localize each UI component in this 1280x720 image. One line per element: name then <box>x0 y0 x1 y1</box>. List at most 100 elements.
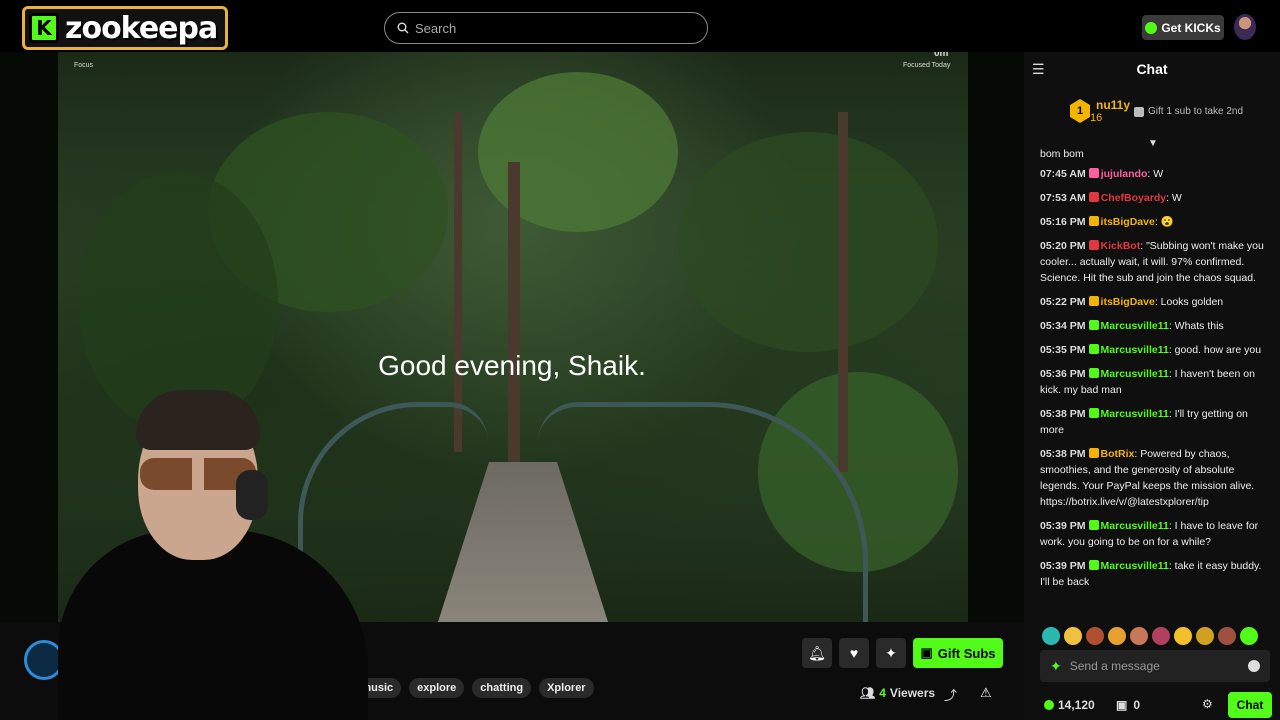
emote-icon[interactable] <box>1196 627 1214 645</box>
user-avatar[interactable] <box>1234 14 1256 40</box>
notification-button[interactable]: 🔔︎ <box>802 638 832 668</box>
gift-subs-button[interactable]: ▣ Gift Subs <box>913 638 1003 668</box>
gift-prompt-text: Gift 1 sub to take 2nd <box>1148 106 1244 117</box>
message-time: 05:22 PM <box>1040 296 1086 308</box>
report-icon[interactable]: ⚠ <box>980 685 992 701</box>
message-username[interactable]: Marcusville11 <box>1101 520 1169 532</box>
chat-send-button[interactable]: Chat <box>1228 692 1272 718</box>
message-link[interactable]: https://botrix.live/v/@latestxplorer/tip <box>1040 496 1209 508</box>
chat-message: 05:39 PM Marcusville11: I have to leave f… <box>1040 520 1259 548</box>
message-time: 05:35 PM <box>1040 344 1086 356</box>
search-input[interactable] <box>415 20 685 36</box>
message-username[interactable]: itsBigDave <box>1101 296 1155 308</box>
message-username[interactable]: BotRix <box>1101 448 1135 460</box>
top-bar: K zookeepa Get KICKs <box>0 0 1280 52</box>
sparkle-icon: ✦ <box>885 644 897 661</box>
chat-message: bom bom <box>1040 148 1084 160</box>
emote-icon[interactable] <box>1240 627 1258 645</box>
message-username[interactable]: ChefBoyardy <box>1101 192 1166 204</box>
top-gifter-count: 16 <box>1090 112 1103 124</box>
channel-logo[interactable]: K zookeepa <box>22 6 229 50</box>
message-time: 07:45 AM <box>1040 168 1086 180</box>
streamer-headphones <box>236 470 268 520</box>
gift-prompt[interactable]: Gift 1 sub to take 2nd <box>1134 106 1243 117</box>
emote-icon[interactable] <box>1152 627 1170 645</box>
message-time: 05:16 PM <box>1040 216 1086 228</box>
sparkle-icon[interactable]: ✦ <box>1050 658 1062 675</box>
focus-label: Focus <box>74 62 94 69</box>
message-username[interactable]: Marcusville11 <box>1101 344 1169 356</box>
focused-today-value: 0m <box>934 52 949 59</box>
chat-message: 05:38 PM BotRix: Powered by chaos, smooth… <box>1040 448 1255 508</box>
chat-message: 05:38 PM Marcusville11: I'll try getting … <box>1040 408 1248 436</box>
message-time: 05:38 PM <box>1040 448 1086 460</box>
gear-icon[interactable]: ⚙ <box>1202 697 1213 711</box>
search-bar[interactable] <box>384 12 708 44</box>
top-gifter[interactable]: 1 nu11y 16 <box>1070 98 1130 124</box>
bell-icon: 🔔︎ <box>808 644 826 661</box>
user-badge-icon <box>1088 408 1099 418</box>
chat-input-box[interactable]: ✦ <box>1040 650 1270 682</box>
message-username[interactable]: jujulando <box>1101 168 1148 180</box>
user-badge-icon <box>1088 216 1099 226</box>
chat-message: 05:34 PM Marcusville11: Whats this <box>1040 320 1224 332</box>
emote-icon[interactable] <box>1086 627 1104 645</box>
emote-icon[interactable] <box>1174 627 1192 645</box>
message-text: W <box>1153 168 1164 180</box>
kicks-balance[interactable]: 14,120 <box>1044 698 1095 712</box>
greeting-text: Good evening, Shaik. <box>378 350 646 381</box>
message-username[interactable]: Marcusville11 <box>1101 408 1169 420</box>
rank-badge: 1 <box>1070 99 1090 123</box>
message-username[interactable]: KickBot <box>1101 240 1141 252</box>
kicks-total: 14,120 <box>1058 698 1095 712</box>
emote-icon[interactable] <box>1130 627 1148 645</box>
heart-icon: ♥ <box>849 645 859 661</box>
tag-xplorer[interactable]: Xplorer <box>539 678 594 698</box>
emote-bar <box>1042 627 1258 645</box>
chat-input[interactable] <box>1069 659 1230 673</box>
message-text: good. how are you <box>1174 344 1262 356</box>
chat-message: 05:16 PM itsBigDave: 😮 <box>1040 216 1174 228</box>
viewer-count: 👥︎ 4 Viewers <box>860 686 935 700</box>
user-badge-icon <box>1088 168 1099 178</box>
emote-icon[interactable] <box>1064 627 1082 645</box>
smile-icon[interactable] <box>1248 660 1260 672</box>
coin-icon <box>1044 700 1054 710</box>
streamer-webcam <box>28 380 368 720</box>
logo-text: zookeepa <box>65 10 218 46</box>
tag-chatting[interactable]: chatting <box>472 678 532 698</box>
chat-message: 07:53 AM ChefBoyardy: W <box>1040 192 1182 204</box>
user-badge-icon <box>1088 240 1099 250</box>
message-time: 05:36 PM <box>1040 368 1086 380</box>
emote-icon[interactable] <box>1042 627 1060 645</box>
streamer-hair <box>136 390 260 450</box>
user-badge-icon <box>1088 520 1099 530</box>
chat-title: Chat <box>1136 61 1168 77</box>
chat-message: 07:45 AM jujulando: W <box>1040 168 1164 180</box>
chat-message: 05:35 PM Marcusville11: good. how are you <box>1040 344 1262 356</box>
emote-icon[interactable] <box>1218 627 1236 645</box>
message-username[interactable]: Marcusville11 <box>1101 560 1169 572</box>
tag-explore[interactable]: explore <box>409 678 465 698</box>
message-username[interactable]: Marcusville11 <box>1101 368 1169 380</box>
user-badge-icon <box>1088 192 1099 202</box>
message-time: 05:39 PM <box>1040 520 1086 532</box>
message-text: W <box>1171 192 1182 204</box>
chat-header: ☰ Chat <box>1024 52 1280 86</box>
chat-message: 05:20 PM KickBot: "Subbing won't make you… <box>1040 240 1264 284</box>
get-kicks-label: Get KICKs <box>1161 20 1221 35</box>
chat-message: 05:39 PM Marcusville11: take it easy budd… <box>1040 560 1262 588</box>
get-kicks-button[interactable]: Get KICKs <box>1142 15 1224 40</box>
share-icon[interactable]: ⤴ <box>944 685 957 704</box>
user-badge-icon <box>1088 344 1099 354</box>
chat-message: 05:36 PM Marcusville11: I haven't been on… <box>1040 368 1255 396</box>
message-username[interactable]: itsBigDave <box>1101 216 1155 228</box>
message-time: 05:34 PM <box>1040 320 1086 332</box>
follow-button[interactable]: ♥ <box>839 638 869 668</box>
top-gifter-name: nu11y <box>1096 98 1131 112</box>
clip-button[interactable]: ✦ <box>876 638 906 668</box>
emote-icon[interactable] <box>1108 627 1126 645</box>
subs-balance[interactable]: ▣ 0 <box>1116 698 1140 712</box>
chat-panel: ☰ Chat 1 nu11y 16 Gift 1 sub to take 2nd… <box>1024 52 1280 720</box>
message-username[interactable]: Marcusville11 <box>1101 320 1169 332</box>
